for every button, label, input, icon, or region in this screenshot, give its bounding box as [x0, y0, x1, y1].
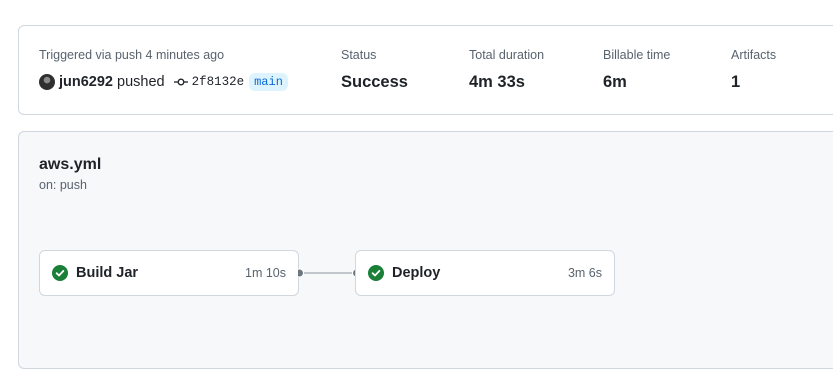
check-circle-icon — [52, 265, 68, 281]
check-circle-icon — [368, 265, 384, 281]
workflow-trigger: on: push — [39, 178, 87, 192]
status-label: Status — [341, 48, 377, 62]
artifacts-field: Artifacts 1 — [731, 47, 776, 92]
job-name: Deploy — [392, 265, 441, 281]
avatar[interactable] — [39, 74, 55, 90]
job-duration: 3m 6s — [567, 266, 602, 280]
duration-label: Total duration — [469, 48, 545, 62]
artifacts-label: Artifacts — [731, 48, 777, 62]
job-deploy[interactable]: Deploy 3m 6s — [355, 250, 615, 296]
job-connector — [298, 268, 358, 278]
artifacts-value[interactable]: 1 — [731, 72, 776, 92]
status-field: Status Success — [341, 47, 408, 92]
run-summary-card: Triggered via push 4 minutes ago jun6292… — [18, 25, 833, 115]
git-commit-icon — [173, 75, 188, 89]
job-duration: 1m 10s — [245, 266, 286, 280]
billable-field: Billable time 6m — [603, 47, 670, 92]
workflow-file-name[interactable]: aws.yml — [39, 156, 101, 174]
actor-link[interactable]: jun6292 — [59, 74, 113, 90]
billable-value[interactable]: 6m — [603, 72, 670, 92]
duration-value: 4m 33s — [469, 73, 525, 91]
branch-badge[interactable]: main — [249, 73, 288, 91]
billable-label: Billable time — [603, 48, 671, 62]
workflow-graph-card: aws.yml on: push Build Jar 1m 10s Deploy… — [18, 131, 833, 369]
job-name: Build Jar — [76, 265, 139, 281]
commit-sha-link[interactable]: 2f8132e — [192, 75, 245, 89]
job-build-jar[interactable]: Build Jar 1m 10s — [39, 250, 299, 296]
trigger-field: Triggered via push 4 minutes ago jun6292… — [39, 47, 288, 92]
trigger-label: Triggered via push 4 minutes ago — [39, 48, 225, 62]
status-value: Success — [341, 73, 408, 91]
duration-field: Total duration 4m 33s — [469, 47, 544, 92]
trigger-row: jun6292 pushed 2f8132e main — [39, 72, 288, 92]
action-text: pushed — [117, 74, 165, 90]
